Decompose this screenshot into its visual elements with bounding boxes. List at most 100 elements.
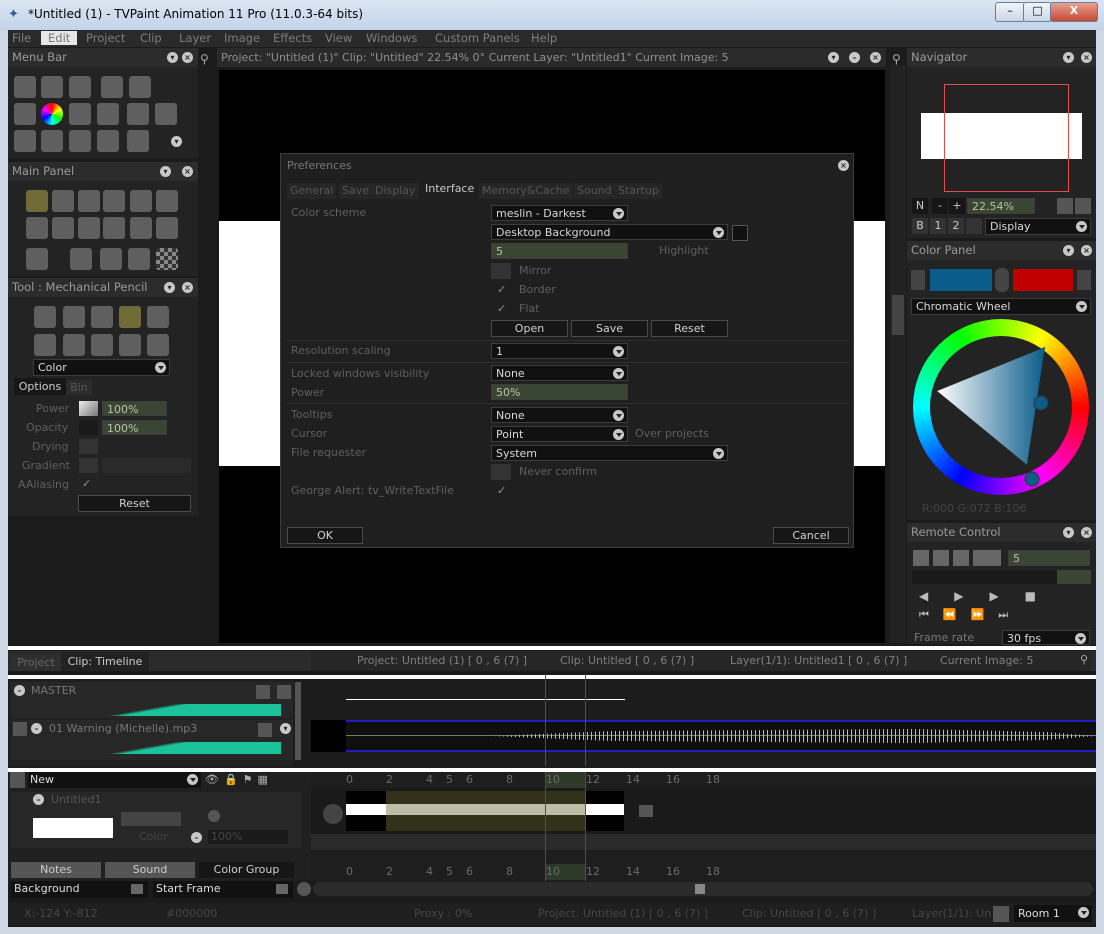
tab-clip-timeline[interactable]: Clip: Timeline	[61, 652, 149, 671]
opacity-field[interactable]: 100%	[102, 420, 167, 435]
plane-icon[interactable]	[127, 130, 149, 152]
color-group-tab[interactable]: Color Group	[199, 862, 294, 878]
navigator-save-icon[interactable]	[1057, 198, 1073, 214]
menu-project[interactable]: Project	[86, 31, 125, 45]
timeline-settings-icon[interactable]	[297, 882, 311, 896]
menu-effects[interactable]: Effects	[273, 31, 312, 45]
navigator-n-button[interactable]: N	[912, 198, 928, 214]
menu-clip[interactable]: Clip	[140, 31, 162, 45]
background-select[interactable]: Desktop Background	[491, 224, 728, 240]
pin-icon[interactable]: ⚲	[892, 52, 901, 66]
power-field[interactable]: 100%	[102, 401, 167, 416]
highlight-field[interactable]: 5	[491, 243, 628, 259]
new-icon[interactable]	[14, 76, 36, 98]
close-icon[interactable]: ×	[1081, 245, 1092, 256]
swap-colors-icon[interactable]	[995, 268, 1009, 292]
prefs-close-icon[interactable]: ×	[838, 160, 849, 171]
close-icon[interactable]: ×	[182, 166, 193, 177]
opacity-pressure-icon[interactable]	[79, 420, 98, 435]
color-mode-select[interactable]: Chromatic Wheel	[911, 298, 1091, 315]
fullscreen-icon[interactable]	[953, 550, 969, 566]
background-color-swatch[interactable]	[732, 225, 748, 241]
file-requester-select[interactable]: System	[491, 445, 728, 461]
hat-icon[interactable]	[155, 103, 177, 125]
mechanical-pencil-icon[interactable]	[119, 306, 141, 328]
track-mute-icon[interactable]	[258, 723, 272, 737]
line-tool-icon[interactable]	[52, 190, 74, 212]
room-select[interactable]: Room 1	[1014, 905, 1092, 922]
start-frame-select[interactable]: Start Frame	[153, 881, 293, 898]
warp-icon[interactable]	[147, 334, 169, 356]
target-tool-icon[interactable]	[78, 217, 100, 239]
brush-tool-icon[interactable]	[26, 190, 48, 212]
menu-layer[interactable]: Layer	[179, 31, 211, 45]
navigator-zoom-field[interactable]: 22.54%	[967, 198, 1035, 214]
layer-collapse-icon[interactable]: –	[33, 794, 44, 805]
sound-clip[interactable]	[311, 720, 1096, 752]
header-scrollbar[interactable]	[295, 682, 301, 760]
menu-windows[interactable]: Windows	[366, 31, 417, 45]
skull-icon[interactable]	[26, 248, 48, 270]
rope-icon[interactable]	[70, 248, 92, 270]
transform-tool-icon[interactable]	[130, 217, 152, 239]
bulb-icon[interactable]	[127, 103, 149, 125]
eyedropper-b-icon[interactable]	[1077, 270, 1091, 290]
tab-general[interactable]: General	[287, 183, 337, 199]
undo-icon[interactable]	[101, 76, 123, 98]
layer-tracks-area[interactable]: 0 2 4 5 6 8 10 12 14 16 18 0 2 4 5 6 8 10 12 14 16 18	[311, 772, 1096, 882]
viewport-scrollbar[interactable]	[890, 65, 906, 643]
never-confirm-checkbox[interactable]	[491, 464, 511, 480]
close-icon[interactable]: ×	[182, 282, 193, 293]
rect-tool-icon[interactable]	[78, 190, 100, 212]
layer-options-icons[interactable]	[121, 812, 181, 826]
timeline-scroll-handle[interactable]	[695, 884, 705, 894]
eyedropper-a-icon[interactable]	[911, 270, 925, 290]
tab-options[interactable]: Options	[14, 378, 66, 395]
collapse-icon[interactable]: ▾	[167, 52, 178, 63]
close-button[interactable]: X	[1050, 2, 1098, 22]
navigator-2-button[interactable]: 2	[948, 218, 964, 234]
layer-light-icon[interactable]	[208, 810, 220, 822]
menu-image[interactable]: Image	[224, 31, 260, 45]
eraser-tool-icon[interactable]	[156, 190, 178, 212]
zoom-icon[interactable]	[14, 130, 36, 152]
pencil-b-icon[interactable]	[63, 306, 85, 328]
open-icon[interactable]	[41, 76, 63, 98]
background-menu-icon[interactable]	[131, 884, 143, 894]
brush-icon[interactable]	[147, 306, 169, 328]
crop-tool-icon[interactable]	[103, 217, 125, 239]
ruler-icon[interactable]	[97, 130, 119, 152]
camera-tool-icon[interactable]	[156, 217, 178, 239]
collapse-icon[interactable]: ▾	[1063, 245, 1074, 256]
cancel-button[interactable]: Cancel	[773, 527, 849, 544]
drop-icon[interactable]	[91, 334, 113, 356]
track-drag-icon[interactable]	[13, 722, 27, 736]
toolbox-icon[interactable]	[14, 103, 36, 125]
pencil-a-icon[interactable]	[34, 306, 56, 328]
frame-slider[interactable]	[912, 570, 1091, 584]
onion-icon[interactable]	[973, 550, 1001, 566]
tab-display[interactable]: Display	[372, 183, 419, 199]
maximize-button[interactable]: □	[1023, 2, 1052, 22]
cursor-select[interactable]: Point	[491, 426, 628, 442]
layer-opacity-field[interactable]: 100%	[208, 830, 288, 844]
menu-edit[interactable]: Edit	[41, 31, 78, 45]
sound-tab[interactable]: Sound	[105, 862, 195, 878]
save-icon[interactable]	[69, 76, 91, 98]
tab-bin[interactable]: Bin	[66, 380, 92, 395]
film-tool-icon[interactable]	[26, 217, 48, 239]
menu-custom-panels[interactable]: Custom Panels	[435, 31, 520, 45]
navigator-display-select[interactable]: Display	[985, 218, 1091, 235]
sound-tracks-area[interactable]	[311, 674, 1096, 766]
collapse-icon[interactable]: ▾	[1063, 527, 1074, 538]
menu-view[interactable]: View	[325, 31, 352, 45]
magnet-tool-icon[interactable]	[130, 190, 152, 212]
color-wheel-icon[interactable]	[41, 103, 63, 125]
tab-sound[interactable]: Sound	[574, 183, 615, 199]
paper-icon[interactable]	[128, 248, 150, 270]
master-volume-slider[interactable]	[31, 704, 281, 716]
redo-icon[interactable]	[129, 76, 151, 98]
power-pressure-icon[interactable]	[79, 401, 98, 416]
primary-color-swatch[interactable]	[929, 268, 993, 292]
resolution-select[interactable]: 1	[491, 343, 628, 359]
